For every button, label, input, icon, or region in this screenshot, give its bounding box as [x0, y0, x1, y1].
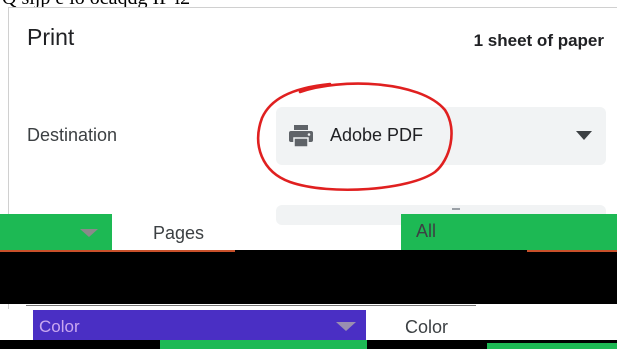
glitch-band	[160, 340, 367, 349]
destination-select[interactable]: Adobe PDF	[276, 107, 606, 165]
chevron-down-icon	[576, 131, 592, 140]
chevron-down-icon	[80, 229, 98, 237]
sheet-count: 1 sheet of paper	[473, 31, 604, 50]
color-label: Color	[405, 317, 449, 337]
destination-label: Destination	[27, 125, 118, 145]
chevron-down-icon	[336, 322, 356, 331]
printer-icon	[289, 125, 313, 148]
pages-value[interactable]: All	[416, 221, 436, 242]
glitch-band	[487, 343, 617, 349]
glitch-band	[0, 214, 112, 250]
glitch-band	[367, 340, 487, 349]
color-select[interactable]: Color	[33, 310, 366, 340]
print-title: Print	[27, 24, 75, 50]
color-select-value: Color	[39, 317, 80, 336]
select-tick	[452, 208, 460, 210]
glitch-band	[0, 252, 617, 304]
pages-label: Pages	[153, 223, 205, 243]
destination-value: Adobe PDF	[330, 125, 424, 145]
divider	[26, 305, 476, 306]
